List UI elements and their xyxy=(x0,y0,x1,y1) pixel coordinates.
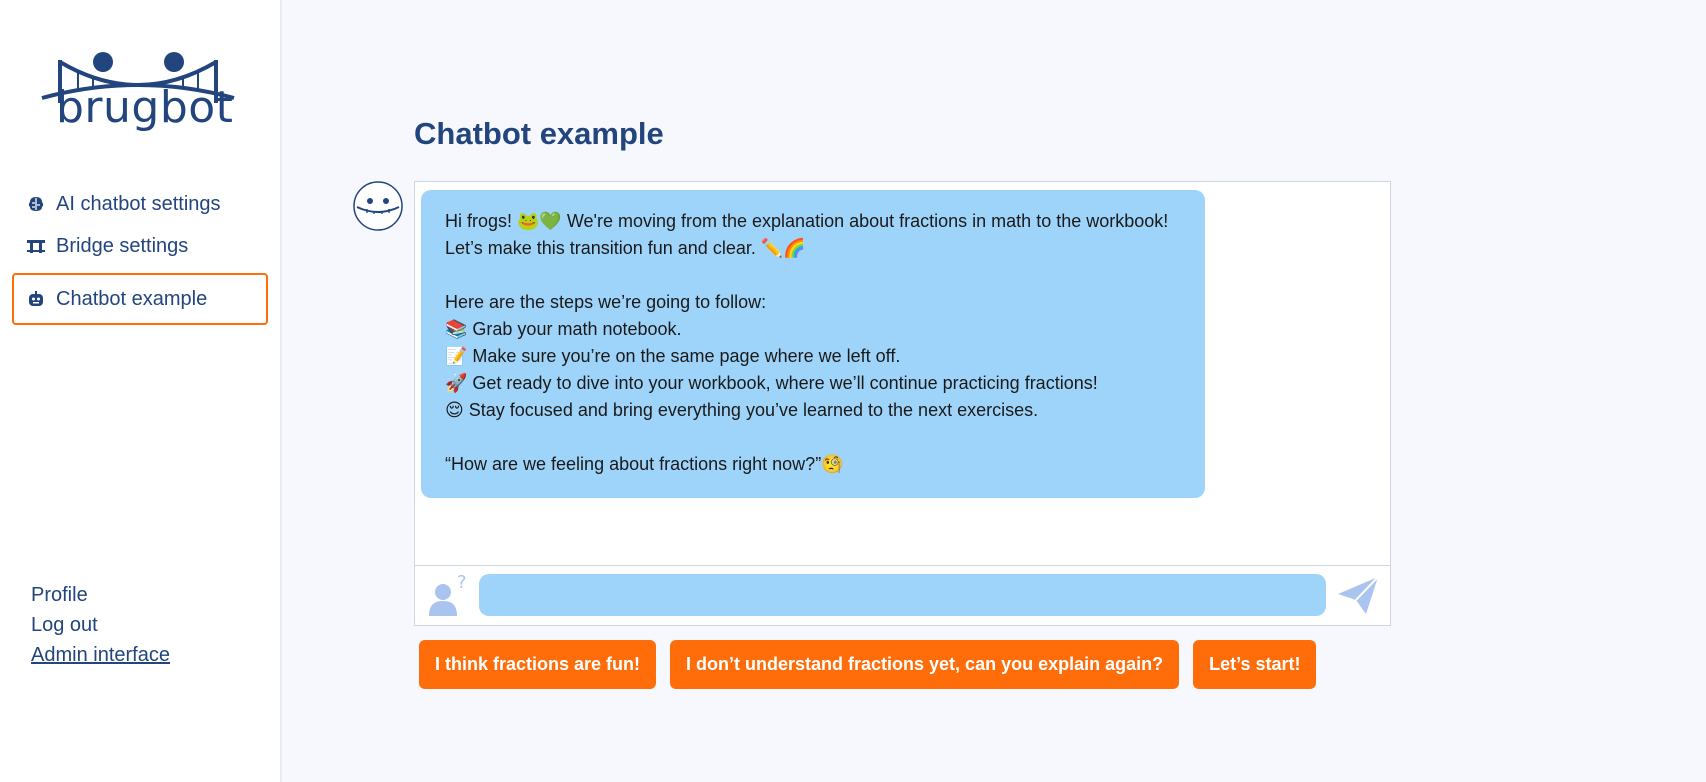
message-step: 📝 Make sure you’re on the same page wher… xyxy=(445,346,901,366)
suggestion-lets-start-button[interactable]: Let’s start! xyxy=(1193,640,1317,689)
admin-interface-link[interactable]: Admin interface xyxy=(31,640,170,670)
user-question-icon: ? xyxy=(425,572,471,618)
sidebar-item-label: Chatbot example xyxy=(56,287,208,310)
message-step: 📚 Grab your math notebook. xyxy=(445,319,682,339)
robot-icon xyxy=(26,289,46,309)
bridge-icon xyxy=(26,236,46,256)
send-icon[interactable] xyxy=(1336,574,1380,616)
sidebar-item-chatbot-example[interactable]: Chatbot example xyxy=(12,273,268,325)
bot-avatar-icon xyxy=(353,181,403,231)
page-title: Chatbot example xyxy=(414,116,664,151)
suggestion-fractions-fun-button[interactable]: I think fractions are fun! xyxy=(419,640,657,689)
sidebar-item-label: Bridge settings xyxy=(56,234,189,257)
message-question: “How are we feeling about fractions righ… xyxy=(445,454,844,474)
message-intro: Here are the steps we’re going to follow… xyxy=(445,292,767,312)
message-step: 😌 Stay focused and bring everything you’… xyxy=(445,400,1039,420)
sidebar-nav: AI chatbot settings Bridge settings Chat… xyxy=(12,183,268,325)
message-step: 🚀 Get ready to dive into your workbook, … xyxy=(445,373,1098,393)
chat-window: Hi frogs! 🐸💚 We're moving from the expla… xyxy=(414,181,1391,626)
svg-text:?: ? xyxy=(457,572,467,593)
logout-link[interactable]: Log out xyxy=(31,610,170,640)
sidebar: brugbot AI chatbot settings Bridge setti… xyxy=(0,0,282,782)
brain-icon xyxy=(26,194,46,214)
profile-link[interactable]: Profile xyxy=(31,580,170,610)
sidebar-item-bridge-settings[interactable]: Bridge settings xyxy=(12,225,268,267)
brugbot-logo: brugbot xyxy=(38,48,238,140)
bot-message-bubble: Hi frogs! 🐸💚 We're moving from the expla… xyxy=(421,190,1205,498)
account-links: Profile Log out Admin interface xyxy=(31,580,170,670)
sidebar-item-ai-chatbot-settings[interactable]: AI chatbot settings xyxy=(12,183,268,225)
suggestion-buttons: I think fractions are fun! I don’t under… xyxy=(419,640,1317,689)
logo-text: brugbot xyxy=(56,82,234,133)
message-composer: ? xyxy=(415,565,1390,625)
message-input[interactable] xyxy=(479,574,1326,616)
sidebar-item-label: AI chatbot settings xyxy=(56,192,221,215)
message-greeting: Hi frogs! 🐸💚 We're moving from the expla… xyxy=(445,211,1169,258)
suggestion-explain-again-button[interactable]: I don’t understand fractions yet, can yo… xyxy=(670,640,1180,689)
